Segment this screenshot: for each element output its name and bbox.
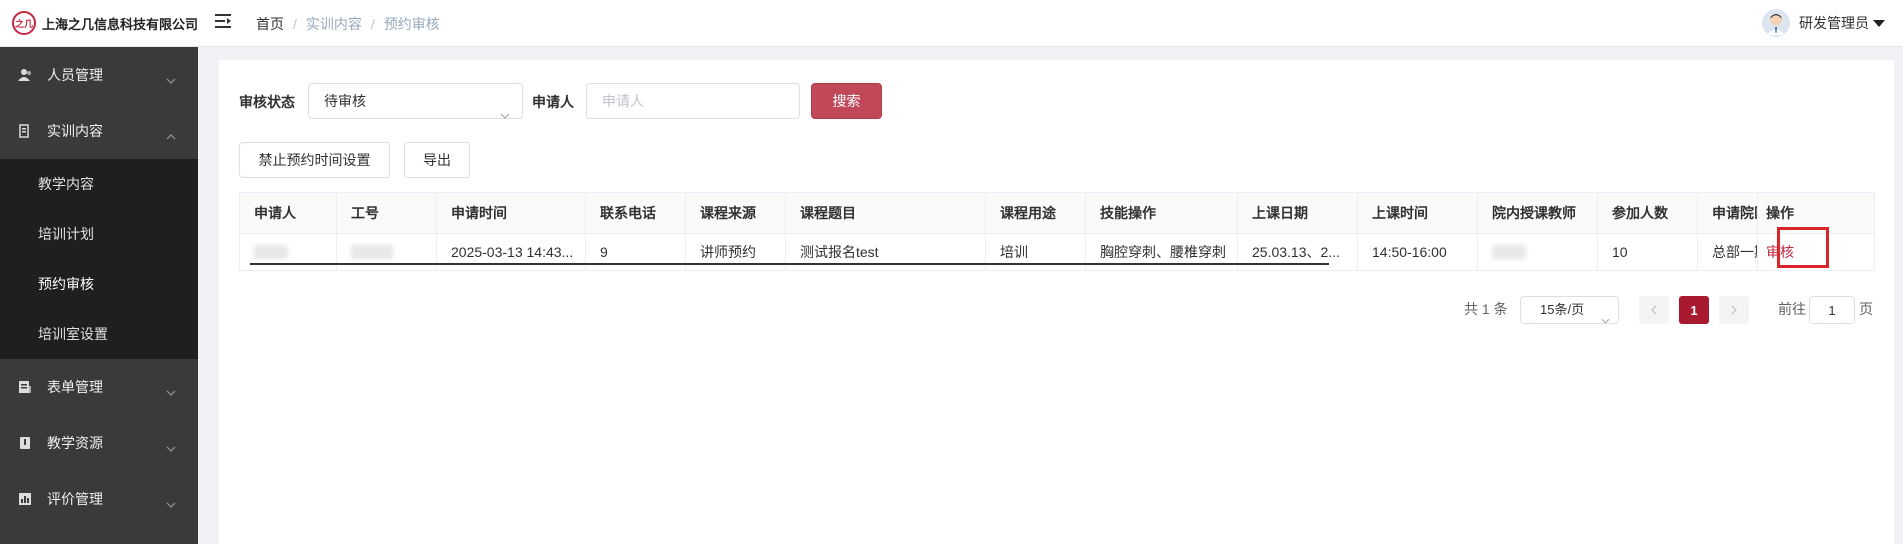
status-select[interactable]: 待审核 xyxy=(308,83,523,119)
cell-participants: 10 xyxy=(1598,234,1698,270)
cell-text: 25.03.13、2... xyxy=(1252,244,1340,260)
redacted-value xyxy=(254,245,288,259)
resource-icon xyxy=(18,436,32,450)
pagination-total: 共 1 条 xyxy=(1464,301,1508,317)
cell-text: 2025-03-13 14:43... xyxy=(451,244,574,260)
breadcrumb-separator: / xyxy=(293,16,297,32)
redacted-value xyxy=(1492,245,1526,259)
column-header: 联系电话 xyxy=(586,193,686,233)
cell-class-time: 14:50-16:00 xyxy=(1358,234,1478,270)
booking-table: 申请人 工号 申请时间 联系电话 课程来源 课程题目 课程用途 技能操作 上课日… xyxy=(239,192,1875,271)
chevron-down-icon xyxy=(166,439,176,455)
status-select-value: 待审核 xyxy=(324,93,366,109)
goto-prefix-label: 前往 xyxy=(1778,301,1806,317)
user-name[interactable]: 研发管理员 xyxy=(1799,13,1869,33)
column-header: 操作 xyxy=(1766,205,1794,221)
status-filter-label: 审核状态 xyxy=(239,94,295,110)
chevron-down-icon xyxy=(166,495,176,511)
table-header: 申请人 工号 申请时间 联系电话 课程来源 课程题目 课程用途 技能操作 上课日… xyxy=(240,193,1874,234)
column-header: 课程来源 xyxy=(686,193,786,233)
cell-text: 讲师预约 xyxy=(700,244,756,260)
chevron-down-icon xyxy=(500,97,510,131)
sidebar-item-label: 实训内容 xyxy=(47,123,103,139)
page-number-current[interactable]: 1 xyxy=(1679,296,1709,324)
avatar[interactable] xyxy=(1762,9,1790,37)
cell-campus: 总部一期 xyxy=(1698,234,1758,270)
column-header: 院内授课教师 xyxy=(1478,193,1598,233)
sidebar-subitem-teaching-content[interactable]: 教学内容 xyxy=(0,159,198,209)
company-name: 上海之几信息科技有限公司 xyxy=(42,16,199,32)
review-link[interactable]: 审核 xyxy=(1766,242,1794,262)
breadcrumb-separator: / xyxy=(370,16,375,32)
chevron-left-icon xyxy=(1651,302,1657,318)
prev-page-button[interactable] xyxy=(1639,296,1669,324)
chevron-right-icon xyxy=(1731,302,1737,318)
sidebar-item-evaluation[interactable]: 评价管理 xyxy=(0,471,198,527)
column-header: 课程用途 xyxy=(986,193,1086,233)
horizontal-scrollbar[interactable] xyxy=(250,263,1329,265)
sidebar-item-label: 评价管理 xyxy=(47,491,103,507)
document-icon xyxy=(18,124,32,138)
breadcrumb-booking-review: 预约审核 xyxy=(383,16,440,32)
user-menu[interactable]: 研发管理员 xyxy=(1762,9,1885,37)
menu-fold-icon[interactable] xyxy=(214,12,232,30)
chevron-down-icon xyxy=(166,71,176,87)
breadcrumb: 首页 / 实训内容 / 预约审核 xyxy=(256,14,440,34)
sidebar: 人员管理 实训内容 教学内容 培训计划 预约审核 培训室设置 表单管理 教学资源… xyxy=(0,47,198,544)
chevron-down-icon xyxy=(166,383,176,399)
cell-text: 胸腔穿刺、腰椎穿刺 xyxy=(1100,244,1226,260)
sidebar-item-personnel[interactable]: 人员管理 xyxy=(0,47,198,103)
person-icon xyxy=(18,68,32,82)
applicant-filter-label: 申请人 xyxy=(532,94,574,110)
chevron-up-icon xyxy=(166,127,176,143)
cell-text: 14:50-16:00 xyxy=(1372,244,1447,260)
page-size-value: 15条/页 xyxy=(1540,302,1585,317)
sidebar-subitem-training-plan[interactable]: 培训计划 xyxy=(0,209,198,259)
sidebar-item-label: 教学资源 xyxy=(47,435,103,451)
search-button[interactable]: 搜索 xyxy=(811,83,882,119)
sidebar-item-form-management[interactable]: 表单管理 xyxy=(0,359,198,415)
breadcrumb-home[interactable]: 首页 xyxy=(256,14,284,34)
column-header: 申请院区 xyxy=(1698,193,1758,233)
page-size-select[interactable]: 15条/页 xyxy=(1520,296,1619,324)
logo-mark-icon: 之几 xyxy=(12,11,36,35)
column-header: 申请人 xyxy=(240,193,337,233)
disable-booking-time-button[interactable]: 禁止预约时间设置 xyxy=(239,142,390,178)
main-panel: 审核状态 待审核 申请人 搜索 禁止预约时间设置 导出 申请人 工号 申请时间 … xyxy=(219,60,1894,544)
cell-action: 审核 xyxy=(1758,234,1874,270)
export-button[interactable]: 导出 xyxy=(404,142,470,178)
chart-icon xyxy=(18,492,32,506)
cell-text: 10 xyxy=(1612,244,1628,260)
sidebar-item-teaching-resources[interactable]: 教学资源 xyxy=(0,415,198,471)
goto-page-input[interactable] xyxy=(1809,296,1855,324)
submenu-training-content: 教学内容 培训计划 预约审核 培训室设置 xyxy=(0,159,198,359)
sidebar-item-label: 人员管理 xyxy=(47,67,103,83)
sidebar-subitem-training-room-settings[interactable]: 培训室设置 xyxy=(0,309,198,359)
applicant-input[interactable] xyxy=(586,83,800,119)
sidebar-subitem-booking-review[interactable]: 预约审核 xyxy=(0,259,198,309)
column-header: 上课日期 xyxy=(1238,193,1358,233)
column-header: 参加人数 xyxy=(1598,193,1698,233)
cell-teacher xyxy=(1478,234,1598,270)
form-icon xyxy=(18,380,32,394)
goto-suffix-label: 页 xyxy=(1859,301,1873,317)
sidebar-item-label: 表单管理 xyxy=(47,379,103,395)
cell-text: 培训 xyxy=(1000,244,1028,260)
next-page-button[interactable] xyxy=(1719,296,1749,324)
top-header: 之几 上海之几信息科技有限公司 首页 / 实训内容 / 预约审核 研发管理员 xyxy=(0,0,1903,47)
company-logo[interactable]: 之几 上海之几信息科技有限公司 xyxy=(12,11,198,35)
chevron-down-icon xyxy=(1601,307,1610,333)
cell-text: 9 xyxy=(600,244,608,260)
column-header: 技能操作 xyxy=(1086,193,1238,233)
column-header: 课程题目 xyxy=(786,193,986,233)
column-header: 工号 xyxy=(337,193,437,233)
caret-down-icon[interactable] xyxy=(1873,19,1885,27)
column-header: 申请时间 xyxy=(437,193,586,233)
cell-text: 总部一期 xyxy=(1712,244,1757,260)
sidebar-item-training-content[interactable]: 实训内容 xyxy=(0,103,198,159)
redacted-value xyxy=(351,245,393,259)
cell-text: 测试报名test xyxy=(800,244,879,260)
breadcrumb-training-content[interactable]: 实训内容 xyxy=(306,14,362,34)
column-header: 上课时间 xyxy=(1358,193,1478,233)
